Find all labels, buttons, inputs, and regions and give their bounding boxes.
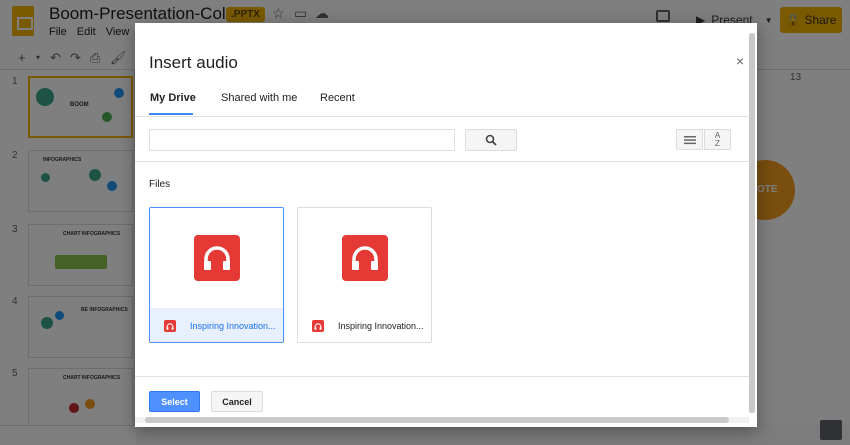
files-heading: Files	[149, 179, 171, 190]
scrollbar-thumb[interactable]	[145, 417, 729, 423]
file-name: Inspiring Innovation...	[338, 321, 424, 331]
search-icon	[485, 134, 497, 146]
file-footer: Inspiring Innovation...	[150, 308, 283, 342]
file-card[interactable]: Inspiring Innovation...	[297, 207, 432, 343]
list-view-button[interactable]	[676, 129, 703, 150]
cancel-button[interactable]: Cancel	[211, 391, 263, 412]
audio-file-icon	[341, 235, 388, 281]
list-view-icon	[683, 135, 696, 144]
tab-shared-with-me[interactable]: Shared with me	[221, 92, 297, 104]
active-tab-indicator	[149, 113, 193, 115]
sort-label-bottom: Z	[715, 138, 720, 148]
tab-recent[interactable]: Recent	[320, 92, 355, 104]
file-card[interactable]: Inspiring Innovation...	[149, 207, 284, 343]
search-divider	[135, 161, 749, 162]
scrollbar-thumb[interactable]	[749, 33, 755, 413]
tab-divider	[135, 116, 749, 117]
dialog-title: Insert audio	[149, 53, 238, 72]
vertical-scrollbar[interactable]	[749, 33, 755, 413]
insert-audio-dialog: Insert audio × My Drive Shared with me R…	[135, 23, 757, 427]
horizontal-scrollbar[interactable]	[135, 417, 749, 423]
file-footer: Inspiring Innovation...	[298, 308, 431, 342]
search-input[interactable]	[149, 129, 455, 151]
tab-my-drive[interactable]: My Drive	[150, 92, 196, 104]
file-name: Inspiring Innovation...	[190, 321, 276, 331]
audio-file-icon	[312, 320, 324, 332]
select-button[interactable]: Select	[149, 391, 200, 412]
file-preview	[150, 208, 283, 308]
audio-file-icon	[193, 235, 240, 281]
close-icon[interactable]: ×	[736, 53, 744, 69]
file-preview	[298, 208, 431, 308]
search-button[interactable]	[465, 129, 517, 151]
sort-button[interactable]: A Z	[704, 129, 731, 150]
footer-divider	[135, 376, 749, 377]
audio-file-icon	[164, 320, 176, 332]
